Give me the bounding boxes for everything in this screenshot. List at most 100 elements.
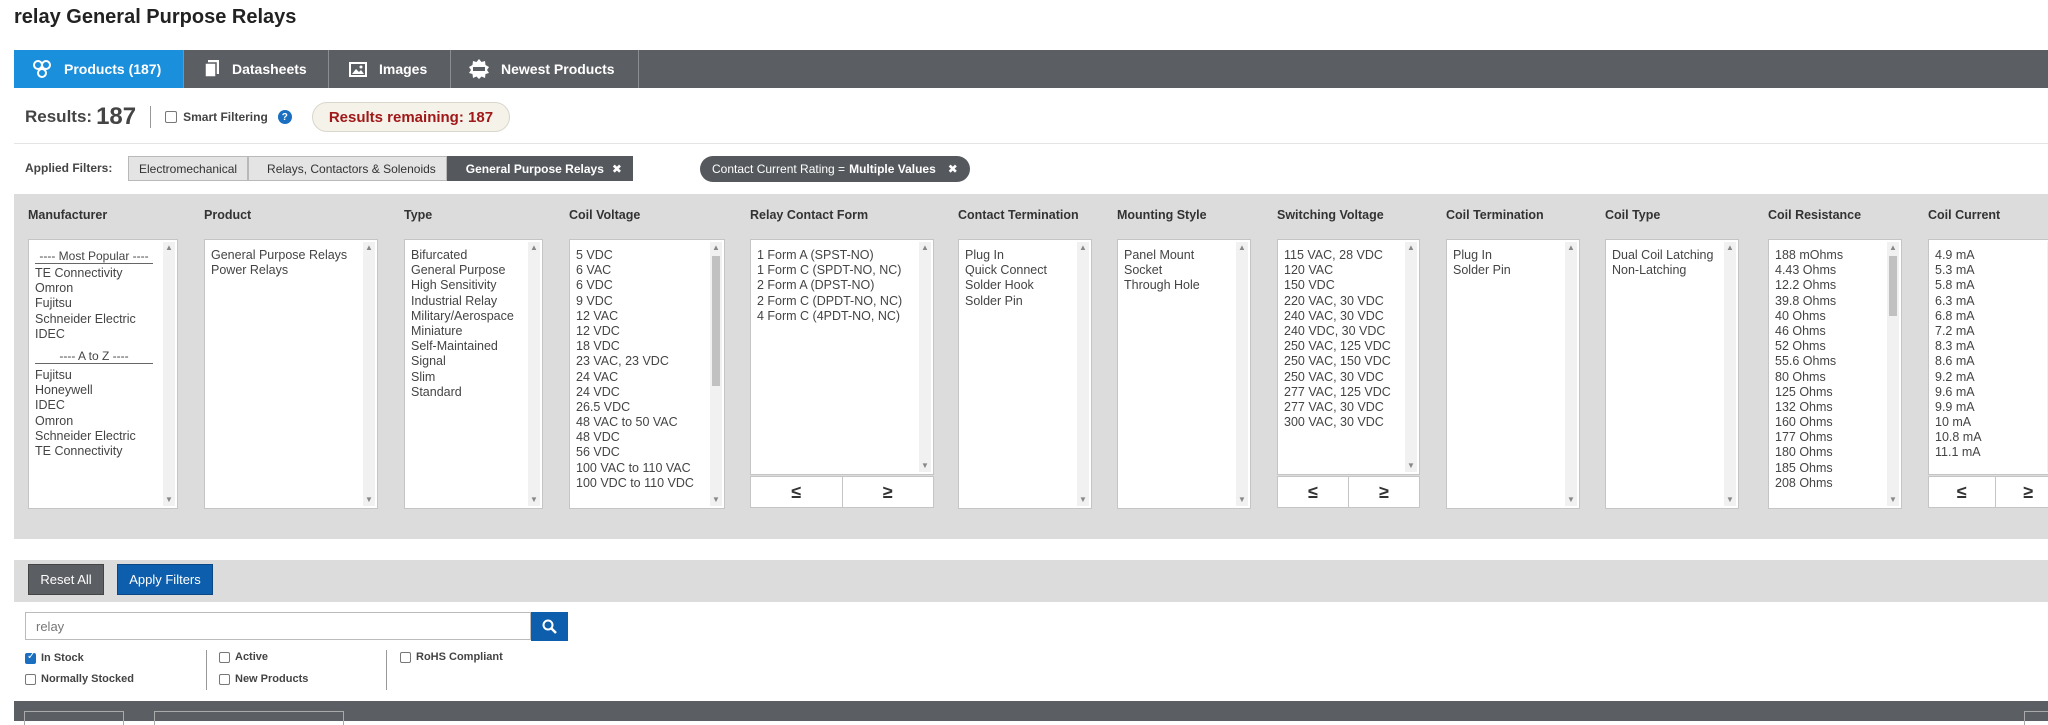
list-item[interactable]: Standard (411, 385, 514, 400)
product-listbox[interactable]: General Purpose RelaysPower Relays ▲▼ (204, 239, 378, 509)
list-item[interactable]: 9.9 mA (1935, 400, 1982, 415)
scrollbar[interactable]: ▲▼ (1405, 242, 1417, 472)
normally-stocked-checkbox[interactable] (25, 674, 36, 685)
list-item[interactable]: 240 VAC, 30 VDC (1284, 309, 1391, 324)
tab-images[interactable]: Images (329, 50, 451, 88)
scrollbar[interactable]: ▲▼ (363, 242, 375, 506)
list-item[interactable]: 26.5 VDC (576, 400, 694, 415)
crumb-electromechanical[interactable]: Electromechanical (128, 156, 248, 181)
list-item[interactable]: 9.6 mA (1935, 385, 1982, 400)
toolbar-button[interactable] (154, 711, 344, 725)
manufacturer-listbox[interactable]: ---- Most Popular ---- TE ConnectivityOm… (28, 239, 178, 509)
list-item[interactable]: 12 VAC (576, 309, 694, 324)
toolbar-button[interactable] (24, 711, 124, 725)
list-item[interactable]: Schneider Electric (35, 429, 136, 444)
list-item[interactable]: 250 VAC, 150 VDC (1284, 354, 1391, 369)
list-item[interactable]: 56 VDC (576, 445, 694, 460)
scrollbar[interactable]: ▲▼ (1077, 242, 1089, 506)
list-item[interactable]: Honeywell (35, 383, 136, 398)
scrollbar[interactable]: ▲▼ (528, 242, 540, 506)
list-item[interactable]: Solder Hook (965, 278, 1047, 293)
list-item[interactable]: 39.8 Ohms (1775, 294, 1843, 309)
list-item[interactable]: 177 Ohms (1775, 430, 1843, 445)
list-item[interactable]: Schneider Electric (35, 312, 136, 327)
list-item[interactable]: Quick Connect (965, 263, 1047, 278)
list-item[interactable]: 300 VAC, 30 VDC (1284, 415, 1391, 430)
remove-filter-icon[interactable]: ✖ (948, 162, 958, 176)
list-item[interactable]: Socket (1124, 263, 1200, 278)
list-item[interactable]: 12.2 Ohms (1775, 278, 1843, 293)
list-item[interactable]: 8.3 mA (1935, 339, 1982, 354)
scrollbar[interactable]: ▲▼ (919, 242, 931, 472)
list-item[interactable]: 277 VAC, 30 VDC (1284, 400, 1391, 415)
list-item[interactable]: 115 VAC, 28 VDC (1284, 248, 1391, 263)
list-item[interactable]: Bifurcated (411, 248, 514, 263)
toolbar-button[interactable] (2024, 711, 2048, 725)
coil-voltage-listbox[interactable]: 5 VDC6 VAC6 VDC9 VDC12 VAC12 VDC18 VDC23… (569, 239, 725, 509)
list-item[interactable]: 40 Ohms (1775, 309, 1843, 324)
list-item[interactable]: Panel Mount (1124, 248, 1200, 263)
list-item[interactable]: 2 Form A (DPST-NO) (757, 278, 902, 293)
list-item[interactable]: General Purpose Relays (211, 248, 347, 263)
list-item[interactable]: 55.6 Ohms (1775, 354, 1843, 369)
list-item[interactable]: Signal (411, 354, 514, 369)
new-products-checkbox[interactable] (219, 674, 230, 685)
coil-termination-listbox[interactable]: Plug InSolder Pin ▲▼ (1446, 239, 1580, 509)
active-checkbox[interactable] (219, 652, 230, 663)
mounting-style-listbox[interactable]: Panel MountSocketThrough Hole ▲▼ (1117, 239, 1251, 509)
list-item[interactable]: IDEC (35, 398, 136, 413)
list-item[interactable]: Plug In (965, 248, 1047, 263)
list-item[interactable]: 160 Ohms (1775, 415, 1843, 430)
in-stock-option[interactable]: In Stock (25, 652, 84, 664)
tab-datasheets[interactable]: Datasheets (184, 50, 329, 88)
list-item[interactable]: 125 Ohms (1775, 385, 1843, 400)
list-item[interactable]: Fujitsu (35, 296, 136, 311)
list-item[interactable]: 250 VAC, 125 VDC (1284, 339, 1391, 354)
tab-newest-products[interactable]: Newest Products (451, 50, 639, 88)
list-item[interactable]: 1 Form C (SPDT-NO, NC) (757, 263, 902, 278)
list-item[interactable]: 5.3 mA (1935, 263, 1982, 278)
less-equal-button[interactable]: ≤ (751, 477, 842, 507)
list-item[interactable]: 120 VAC (1284, 263, 1391, 278)
active-option[interactable]: Active (219, 651, 268, 663)
greater-equal-button[interactable]: ≥ (1995, 477, 2048, 507)
scrollbar[interactable]: ▲▼ (1565, 242, 1577, 506)
list-item[interactable]: 12 VDC (576, 324, 694, 339)
list-item[interactable]: 188 mOhms (1775, 248, 1843, 263)
list-item[interactable]: Industrial Relay (411, 294, 514, 309)
list-item[interactable]: 4 Form C (4PDT-NO, NC) (757, 309, 902, 324)
list-item[interactable]: High Sensitivity (411, 278, 514, 293)
type-listbox[interactable]: BifurcatedGeneral PurposeHigh Sensitivit… (404, 239, 543, 509)
list-item[interactable]: 24 VAC (576, 370, 694, 385)
list-item[interactable]: IDEC (35, 327, 136, 342)
list-item[interactable]: 5.8 mA (1935, 278, 1982, 293)
list-item[interactable]: 9 VDC (576, 294, 694, 309)
crumb-relays-contactors-solenoids[interactable]: Relays, Contactors & Solenoids (248, 156, 447, 181)
list-item[interactable]: TE Connectivity (35, 444, 136, 459)
list-item[interactable]: 250 VAC, 30 VDC (1284, 370, 1391, 385)
list-item[interactable]: 220 VAC, 30 VDC (1284, 294, 1391, 309)
list-item[interactable]: 4.9 mA (1935, 248, 1982, 263)
switching-voltage-listbox[interactable]: 115 VAC, 28 VDC120 VAC150 VDC220 VAC, 30… (1277, 239, 1420, 475)
list-item[interactable]: TE Connectivity (35, 266, 136, 281)
list-item[interactable]: 46 Ohms (1775, 324, 1843, 339)
apply-filters-button[interactable]: Apply Filters (117, 564, 213, 595)
list-item[interactable]: 80 Ohms (1775, 370, 1843, 385)
list-item[interactable]: 2 Form C (DPDT-NO, NC) (757, 294, 902, 309)
rohs-compliant-option[interactable]: RoHS Compliant (400, 651, 503, 663)
contact-current-rating-chip[interactable]: Contact Current Rating = Multiple Values… (700, 156, 970, 182)
less-equal-button[interactable]: ≤ (1929, 477, 1995, 507)
list-item[interactable]: Solder Pin (1453, 263, 1511, 278)
list-item[interactable]: 48 VAC to 50 VAC (576, 415, 694, 430)
normally-stocked-option[interactable]: Normally Stocked (25, 673, 134, 685)
list-item[interactable]: 9.2 mA (1935, 370, 1982, 385)
rohs-compliant-checkbox[interactable] (400, 652, 411, 663)
list-item[interactable]: 7.2 mA (1935, 324, 1982, 339)
list-item[interactable]: Omron (35, 281, 136, 296)
tab-products[interactable]: Products (187) (14, 50, 184, 88)
list-item[interactable]: Plug In (1453, 248, 1511, 263)
list-item[interactable]: 100 VDC to 110 VDC (576, 476, 694, 491)
relay-contact-form-listbox[interactable]: 1 Form A (SPST-NO)1 Form C (SPDT-NO, NC)… (750, 239, 934, 475)
list-item[interactable]: General Purpose (411, 263, 514, 278)
coil-current-listbox[interactable]: 4.9 mA5.3 mA5.8 mA6.3 mA6.8 mA7.2 mA8.3 … (1928, 239, 2048, 475)
